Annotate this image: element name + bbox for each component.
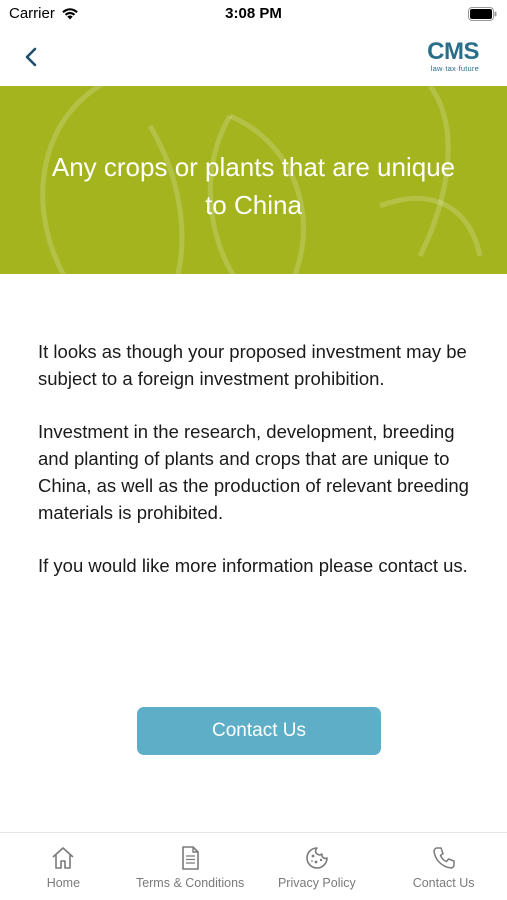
home-icon xyxy=(52,847,74,869)
paragraph-prohibition-notice: It looks as though your proposed investm… xyxy=(38,341,467,389)
logo-tagline: law·tax·future xyxy=(430,64,479,73)
battery-icon xyxy=(468,7,497,21)
paragraph-details: Investment in the research, development,… xyxy=(38,421,469,523)
tab-privacy-policy-label: Privacy Policy xyxy=(277,876,356,890)
status-time: 3:08 PM xyxy=(225,5,282,22)
result-message: It looks as though your proposed investm… xyxy=(38,338,470,605)
tab-terms-conditions[interactable]: Terms & Conditions xyxy=(127,833,254,900)
tab-home[interactable]: Home xyxy=(0,833,127,900)
tab-privacy-policy[interactable]: Privacy Policy xyxy=(254,833,381,900)
logo-text: CMS xyxy=(427,38,479,65)
contact-us-button[interactable]: Contact Us xyxy=(137,707,381,755)
navigation-bar: CMS law·tax·future xyxy=(0,28,507,86)
cookie-icon xyxy=(306,847,328,869)
tab-home-label: Home xyxy=(46,876,81,890)
phone-icon xyxy=(432,847,455,869)
cms-logo: CMS law·tax·future xyxy=(413,40,479,74)
page-title: Any crops or plants that are unique to C… xyxy=(51,152,456,220)
hero-banner: Any crops or plants that are unique to C… xyxy=(0,86,507,274)
paragraph-contact-prompt: If you would like more information pleas… xyxy=(38,555,468,576)
tab-terms-conditions-label: Terms & Conditions xyxy=(135,876,245,890)
chevron-left-icon xyxy=(25,47,37,67)
tab-contact-us[interactable]: Contact Us xyxy=(380,833,507,900)
status-bar: Carrier 3:08 PM xyxy=(0,0,507,28)
document-icon xyxy=(182,846,199,870)
back-button[interactable] xyxy=(14,40,48,74)
tab-bar: Home Terms & Conditions Privacy Policy C… xyxy=(0,832,507,900)
tab-contact-us-label: Contact Us xyxy=(412,876,475,890)
